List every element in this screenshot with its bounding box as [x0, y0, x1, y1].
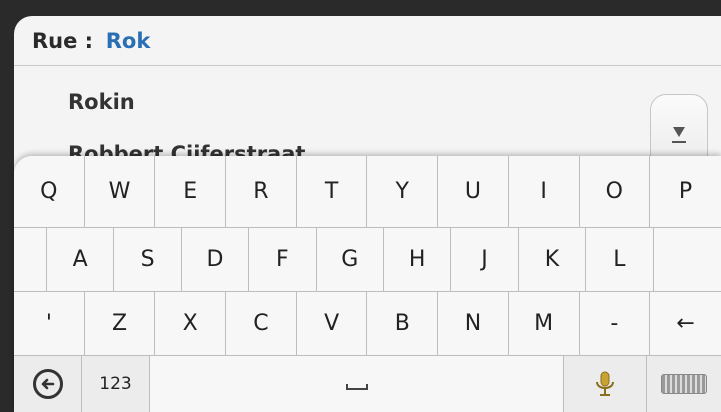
key-g[interactable]: G	[316, 228, 384, 292]
key-spacer	[653, 228, 721, 292]
key-w[interactable]: W	[84, 156, 156, 228]
key-l[interactable]: L	[586, 228, 654, 292]
key-z[interactable]: Z	[84, 292, 156, 356]
onscreen-keyboard: Q W E R T Y U I O P A S D F G H J K L ' …	[14, 156, 721, 412]
key-v[interactable]: V	[296, 292, 368, 356]
keyboard-row-3: ' Z X C V B N M - ←	[14, 292, 721, 356]
backspace-key[interactable]: ←	[650, 292, 721, 356]
keyboard-row-1: Q W E R T Y U I O P	[14, 156, 721, 228]
keyboard-row-4: 123	[14, 356, 721, 412]
key-p[interactable]: P	[650, 156, 721, 228]
key-b[interactable]: B	[367, 292, 439, 356]
microphone-icon	[596, 371, 614, 396]
result-item[interactable]: Rokin	[68, 90, 135, 114]
key-a[interactable]: A	[47, 228, 115, 292]
microphone-button[interactable]	[564, 356, 647, 412]
key-hyphen[interactable]: -	[579, 292, 651, 356]
chevron-down-icon	[673, 127, 685, 137]
hide-keyboard-button[interactable]	[647, 356, 721, 412]
keyboard-row-2: A S D F G H J K L	[14, 228, 721, 292]
key-d[interactable]: D	[181, 228, 250, 292]
search-field[interactable]: Rue : Rok	[14, 16, 721, 66]
key-e[interactable]: E	[155, 156, 227, 228]
undo-button[interactable]	[14, 356, 82, 412]
key-h[interactable]: H	[383, 228, 452, 292]
key-j[interactable]: J	[451, 228, 519, 292]
key-y[interactable]: Y	[367, 156, 439, 228]
key-r[interactable]: R	[226, 156, 297, 228]
key-k[interactable]: K	[518, 228, 587, 292]
scroll-end-bar-icon	[672, 141, 686, 143]
key-q[interactable]: Q	[14, 156, 85, 228]
key-c[interactable]: C	[226, 292, 297, 356]
keyboard-icon	[661, 374, 707, 394]
key-n[interactable]: N	[438, 292, 509, 356]
key-f[interactable]: F	[249, 228, 317, 292]
key-o[interactable]: O	[579, 156, 651, 228]
key-x[interactable]: X	[155, 292, 227, 356]
key-spacer	[14, 228, 47, 292]
search-value[interactable]: Rok	[106, 29, 151, 53]
key-m[interactable]: M	[508, 292, 580, 356]
space-icon	[345, 384, 368, 390]
key-apostrophe[interactable]: '	[14, 292, 85, 356]
search-label: Rue :	[32, 29, 94, 53]
key-s[interactable]: S	[114, 228, 182, 292]
undo-icon	[32, 369, 63, 399]
key-u[interactable]: U	[438, 156, 509, 228]
key-i[interactable]: I	[508, 156, 580, 228]
key-t[interactable]: T	[296, 156, 368, 228]
space-key[interactable]	[150, 356, 564, 412]
numbers-key[interactable]: 123	[82, 356, 150, 412]
